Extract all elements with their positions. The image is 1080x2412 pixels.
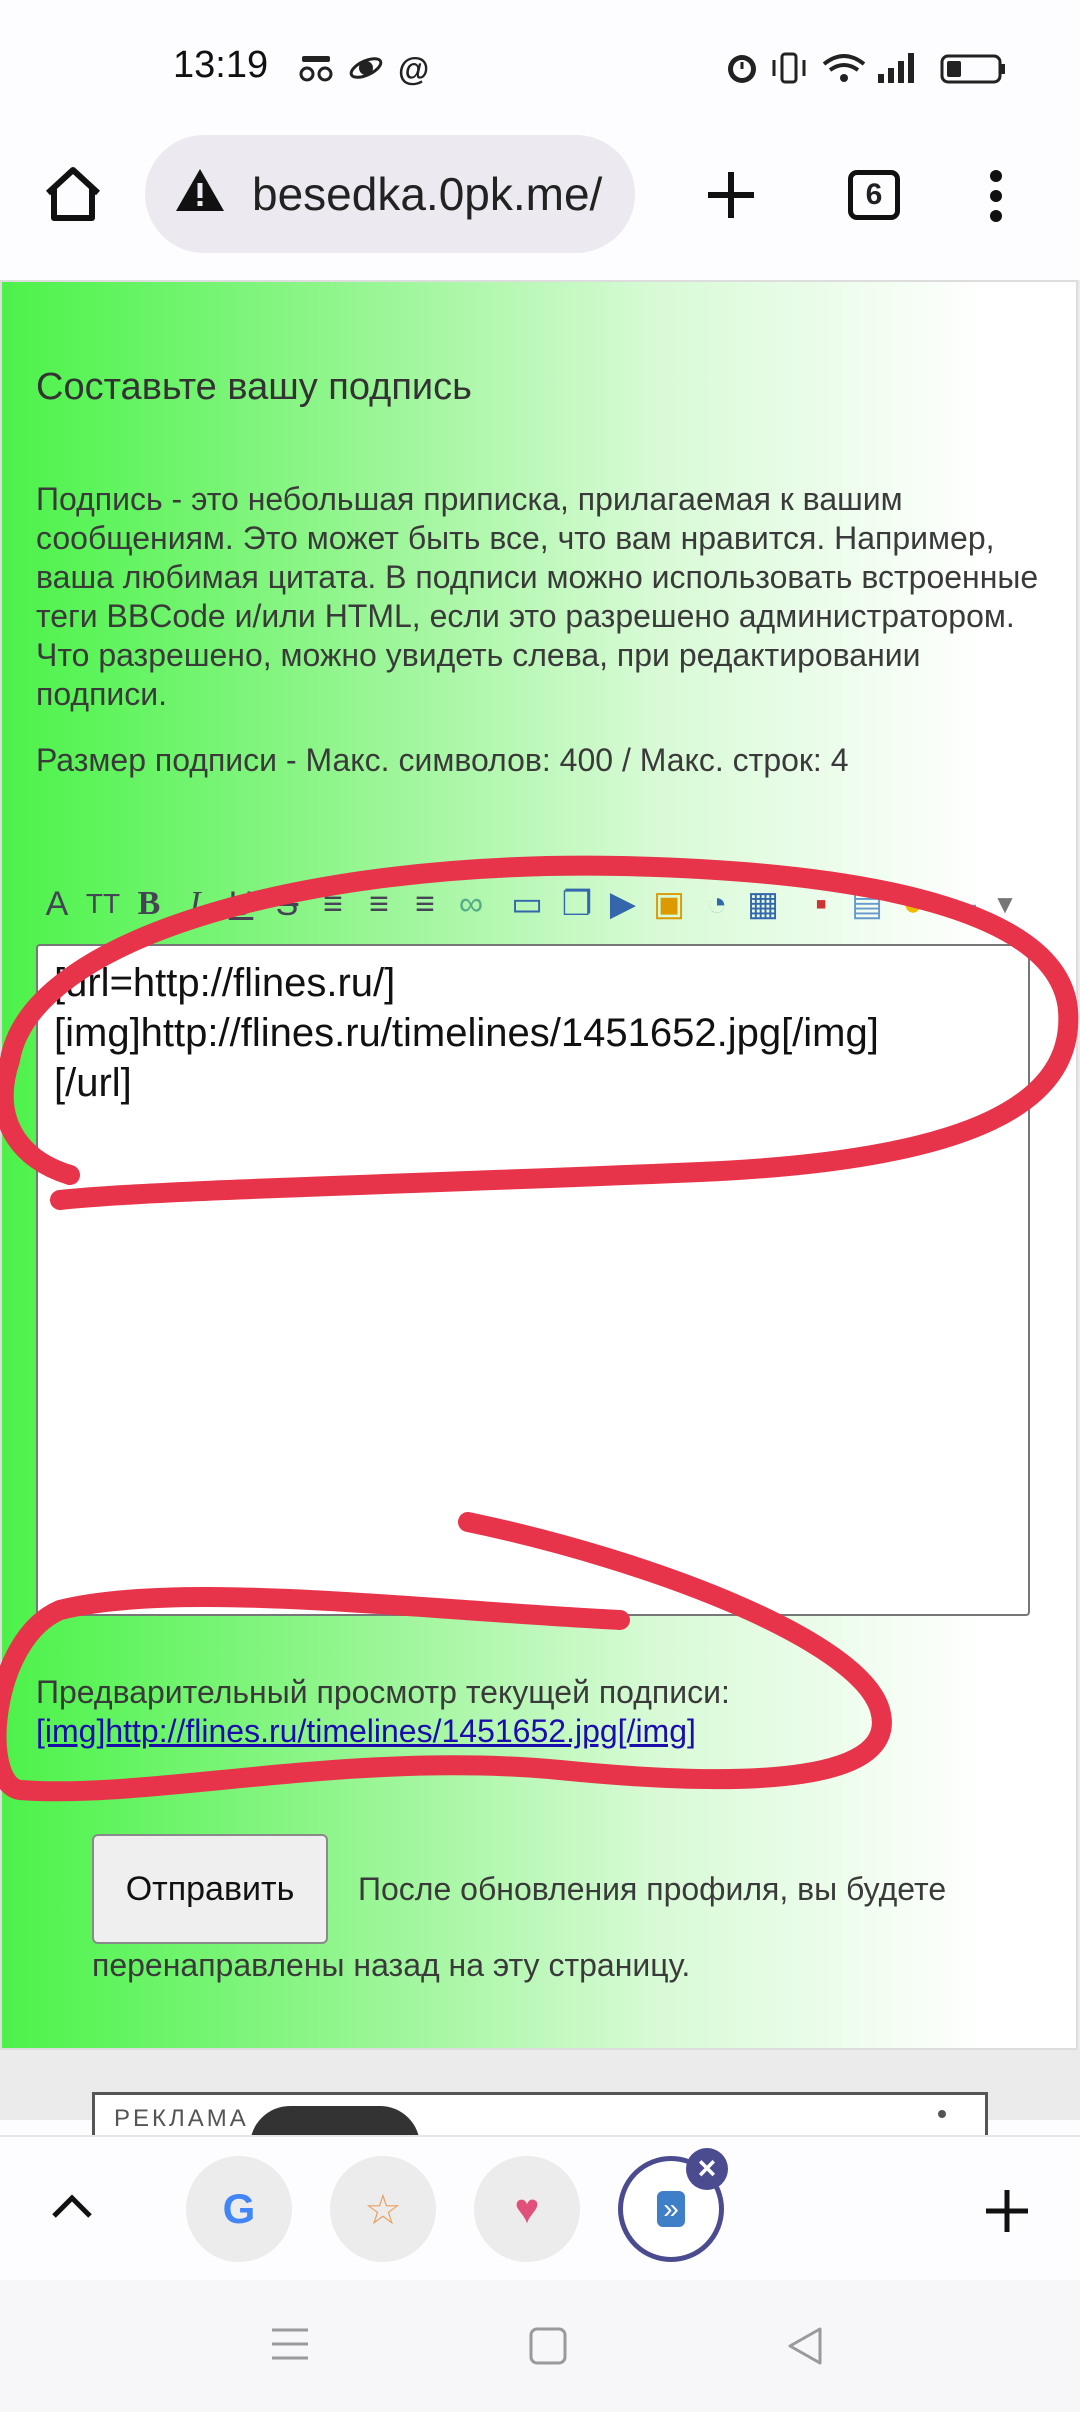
book-icon[interactable]: ▭ (506, 882, 548, 926)
align-right-icon[interactable]: ≡ (404, 882, 446, 926)
redirect-note: После обновления профиля, вы будете (358, 1871, 947, 1907)
strikethrough-icon[interactable]: S (266, 882, 308, 926)
bold-icon[interactable]: B (128, 882, 170, 926)
link-icon[interactable]: ∞ (450, 882, 492, 926)
add-tab-icon[interactable] (984, 2188, 1030, 2234)
smiley-icon[interactable]: ● (892, 882, 934, 926)
google-icon: G (222, 2185, 256, 2232)
redirect-note-continued: перенаправлены назад на эту страницу. (92, 1947, 691, 1983)
preview-label: Предварительный просмотр текущей подписи… (36, 1674, 730, 1710)
align-left-icon[interactable]: ≡ (312, 882, 354, 926)
at-icon: @ (398, 51, 429, 86)
align-center-icon[interactable]: ≡ (358, 882, 400, 926)
more-icon[interactable]: ▼ (984, 882, 1026, 926)
submit-button[interactable]: Отправить (92, 1834, 328, 1944)
saturn-icon (349, 57, 383, 79)
signal-icon (878, 53, 914, 83)
chevron-up-icon[interactable] (50, 2192, 94, 2220)
italic-icon[interactable]: I (174, 882, 216, 926)
url-text[interactable]: besedka.0pk.me/ (252, 167, 632, 221)
preview-link[interactable]: [img]http://flines.ru/timelines/1451652.… (36, 1712, 696, 1751)
signature-size-limits: Размер подписи - Макс. символов: 400 / М… (36, 742, 849, 778)
wifi-icon (822, 54, 866, 82)
alarm-icon (728, 55, 756, 83)
status-system-icons (728, 52, 1005, 84)
bbcode-toolbar: A TT B I U S ≡ ≡ ≡ ∞ ▭ ❐ ▶ ▣ ◔ ▦ ▪ ▤ ● ▬… (36, 882, 1076, 930)
vibrate-icon (772, 52, 806, 84)
tab-count: 6 (865, 178, 883, 211)
signature-description: Подпись - это небольшая приписка, прилаг… (36, 481, 1039, 712)
tab-star[interactable]: ☆ (330, 2156, 436, 2262)
font-size-icon[interactable]: TT (82, 882, 124, 926)
battery-icon (940, 54, 1005, 84)
copy-icon[interactable]: ❐ (556, 882, 598, 926)
ad-label: РЕКЛАМА (114, 2105, 249, 2132)
svg-text:@: @ (398, 51, 429, 86)
status-notification-icons: @ (299, 51, 429, 86)
lock-icon[interactable]: ▣ (648, 882, 690, 926)
heart-icon: ♥ (514, 2185, 540, 2232)
incognito-icon (299, 56, 333, 82)
warning-icon[interactable] (174, 167, 226, 213)
tab-switcher-button[interactable]: 6 (848, 170, 900, 220)
image-icon[interactable]: ▦ (742, 882, 784, 926)
home-icon[interactable] (42, 165, 104, 223)
page-heading: Составьте вашу подпись (36, 366, 472, 408)
underline-icon[interactable]: U (220, 882, 262, 926)
recents-icon[interactable] (270, 2326, 310, 2362)
menu-icon[interactable] (982, 168, 1010, 224)
table-icon[interactable]: ▤ (846, 882, 888, 926)
status-clock: 13:19 (173, 44, 269, 86)
play-icon[interactable]: ▶ (602, 882, 644, 926)
star-icon: ☆ (364, 2185, 402, 2233)
tab-google[interactable]: G (186, 2156, 292, 2262)
tab-heart[interactable]: ♥ (474, 2156, 580, 2262)
back-icon[interactable] (786, 2326, 826, 2366)
close-tab-icon[interactable]: × (686, 2148, 728, 2190)
new-tab-icon[interactable] (706, 170, 756, 220)
forward-icon: » (657, 2191, 685, 2227)
speech-icon[interactable]: ◔ (696, 882, 738, 926)
signature-textarea-value[interactable]: [url=http://flines.ru/] [img]http://flin… (54, 958, 879, 1108)
keyboard-icon[interactable]: ▬ (938, 882, 980, 926)
font-icon[interactable]: A (36, 882, 78, 926)
home-nav-icon[interactable] (528, 2326, 568, 2366)
ad-menu-icon[interactable] (938, 2110, 946, 2118)
color-icon[interactable]: ▪ (800, 882, 842, 926)
